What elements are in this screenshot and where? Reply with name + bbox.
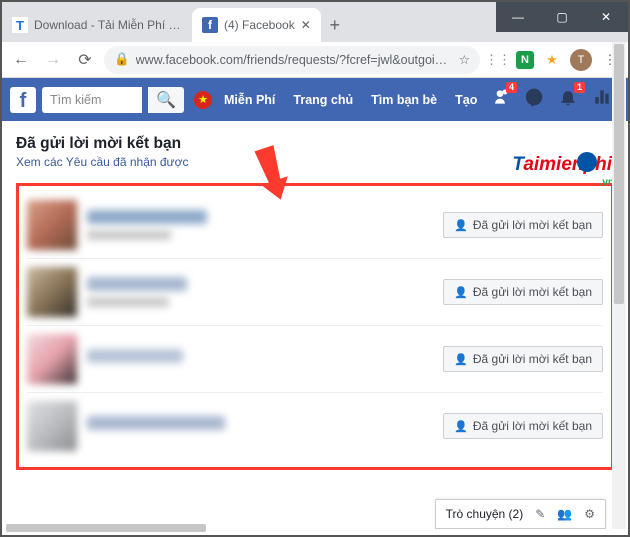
forward-button[interactable]: → [40,47,66,73]
list-item[interactable]: 👤 Đã gửi lời mời kết bạn [27,326,603,393]
person-plus-icon: 👤 [454,353,468,366]
item-meta [87,277,443,307]
favicon-taimienphi: T [12,17,28,33]
avatar [27,401,77,451]
search-input[interactable]: Tìm kiếm [42,87,142,113]
back-button[interactable]: ← [8,47,34,73]
link-mien-phi[interactable]: Miễn Phí [218,93,281,107]
profile-avatar[interactable]: T [570,49,592,71]
list-item[interactable]: 👤 Đã gửi lời mời kết bạn [27,259,603,326]
friend-request-sent-button[interactable]: 👤 Đã gửi lời mời kết bạn [443,212,603,238]
facebook-header: f Tìm kiếm 🔍 ★ Miễn Phí Trang chủ Tìm bạ… [2,78,628,121]
omnibox[interactable]: 🔒 www.facebook.com/friends/requests/?fcr… [104,46,480,74]
item-name-blurred [87,416,225,430]
friend-requests-icon[interactable]: 4 [490,87,510,112]
annotation-arrow [250,143,294,203]
sent-requests-highlight-box: 👤 Đã gửi lời mời kết bạn 👤 Đã gửi lời mời k… [16,183,614,470]
person-plus-icon: 👤 [454,420,468,433]
item-subtext-blurred [87,297,169,307]
star-icon[interactable]: ☆ [459,52,470,67]
close-icon[interactable]: ✕ [301,18,311,32]
favicon-facebook: f [202,17,218,33]
browser-titlebar: T Download - Tải Miễn Phí VN - P f (4) F… [2,2,628,42]
person-plus-icon: 👤 [454,219,468,232]
item-meta [87,349,443,369]
tab-download[interactable]: T Download - Tải Miễn Phí VN - P [2,8,192,42]
item-subtext-blurred [87,230,171,240]
reload-button[interactable]: ⟳ [72,47,98,73]
friend-request-sent-button[interactable]: 👤 Đã gửi lời mời kết bạn [443,279,603,305]
messenger-icon[interactable] [524,87,544,112]
item-meta [87,416,443,436]
extension-icon-n[interactable]: N [516,51,534,69]
list-item[interactable]: 👤 Đã gửi lời mời kết bạn [27,192,603,259]
quick-help-icon[interactable] [592,87,612,112]
minimize-button[interactable]: — [496,2,540,32]
page-title: Đã gửi lời mời kết bạn [16,135,614,153]
friend-request-sent-button[interactable]: 👤 Đã gửi lời mời kết bạn [443,346,603,372]
close-window-button[interactable]: ✕ [584,2,628,32]
extension-icon-star[interactable]: ★ [540,48,564,72]
compose-icon[interactable]: ✎ [535,507,545,521]
sent-label: Đã gửi lời mời kết bạn [473,352,592,366]
link-trang-chu[interactable]: Trang chủ [287,93,359,107]
address-bar: ← → ⟳ 🔒 www.facebook.com/friends/request… [2,42,628,78]
search-icon: 🔍 [156,90,176,110]
avatar [27,334,77,384]
tab-title: (4) Facebook [224,18,295,32]
tab-title: Download - Tải Miễn Phí VN - P [34,18,182,32]
facebook-logo[interactable]: f [10,87,36,113]
sent-label: Đã gửi lời mời kết bạn [473,285,592,299]
horizontal-scrollbar[interactable] [4,523,610,533]
item-name-blurred [87,210,207,224]
sent-label: Đã gửi lời mời kết bạn [473,419,592,433]
settings-icon[interactable]: ⚙ [584,507,595,521]
link-tim-ban-be[interactable]: Tìm bạn bè [365,93,443,107]
sent-label: Đã gửi lời mời kết bạn [473,218,592,232]
notifications-icon[interactable]: 1 [558,87,578,112]
avatar [27,267,77,317]
friend-request-sent-button[interactable]: 👤 Đã gửi lời mời kết bạn [443,413,603,439]
vertical-scrollbar[interactable] [612,42,626,529]
chat-label: Trò chuyện (2) [446,507,524,521]
notif-badge: 1 [574,82,585,93]
received-requests-link[interactable]: Xem các Yêu cầu đã nhận được [16,155,614,169]
vietnam-flag-icon: ★ [194,91,212,109]
maximize-button[interactable]: ▢ [540,2,584,32]
url-text: www.facebook.com/friends/requests/?fcref… [136,53,453,67]
item-name-blurred [87,277,187,291]
search-button[interactable]: 🔍 [148,87,184,113]
person-plus-icon: 👤 [454,286,468,299]
list-item[interactable]: 👤 Đã gửi lời mời kết bạn [27,393,603,459]
friend-badge: 4 [506,82,517,93]
avatar [27,200,77,250]
item-meta [87,210,443,240]
new-tab-button[interactable]: + [321,8,349,42]
lock-icon: 🔒 [114,52,130,67]
window-controls: — ▢ ✕ [496,2,628,32]
extension-icon-a[interactable]: ⋮⋮ [486,48,510,72]
link-tao[interactable]: Tạo [449,93,483,107]
tab-facebook[interactable]: f (4) Facebook ✕ [192,8,321,42]
item-name-blurred [87,349,183,363]
page-content: Đã gửi lời mời kết bạn Xem các Yêu cầu đ… [2,121,628,470]
group-icon[interactable]: 👥 [557,507,572,521]
